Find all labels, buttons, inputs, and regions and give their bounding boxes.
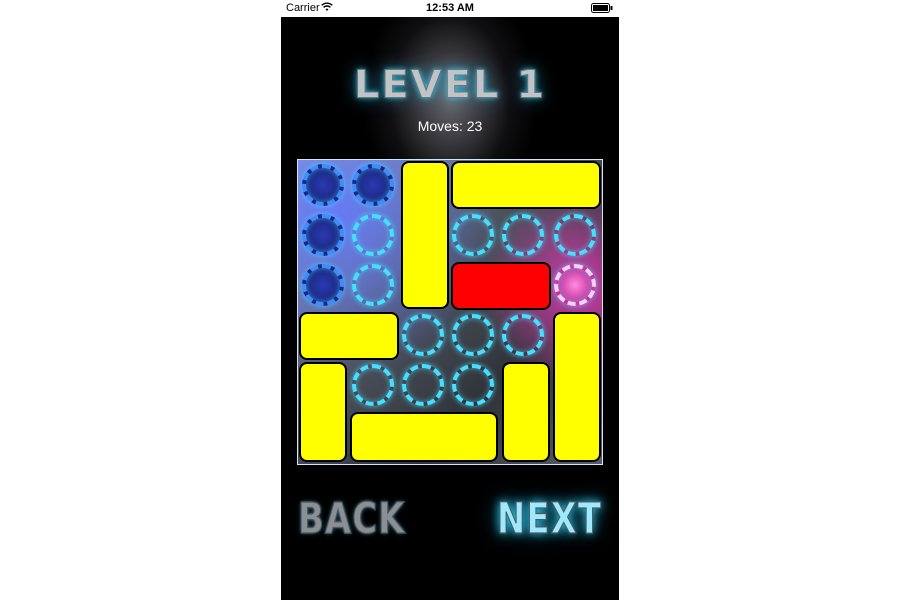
moves-label: Moves: <box>417 118 463 134</box>
sliding-block[interactable] <box>350 412 498 462</box>
board-cell-ring <box>502 214 544 256</box>
sliding-block[interactable] <box>553 312 601 462</box>
board-cell-ring <box>452 364 494 406</box>
sliding-block[interactable] <box>299 312 399 360</box>
board-cell-ring <box>452 314 494 356</box>
board-cell-ring <box>352 264 394 306</box>
status-bar: Carrier 12:53 AM <box>281 0 619 17</box>
board-cell-ring <box>352 214 394 256</box>
level-title: LEVEL 1 <box>353 63 547 108</box>
battery-icon <box>591 3 613 13</box>
board-cell-ring <box>352 164 394 206</box>
board-cell-ring <box>554 214 596 256</box>
sliding-block[interactable] <box>401 161 449 309</box>
back-button[interactable]: BACK <box>298 493 406 544</box>
board-cell-ring <box>402 364 444 406</box>
board-cell-ring <box>302 264 344 306</box>
next-button[interactable]: NEXT <box>496 493 602 544</box>
board-cell-ring <box>402 314 444 356</box>
game-screen: Carrier 12:53 AM LEVEL 1 Moves: 23 BACK … <box>281 0 619 600</box>
target-block[interactable] <box>451 262 551 310</box>
sliding-block[interactable] <box>502 362 550 462</box>
board-cell-ring <box>302 164 344 206</box>
sliding-block[interactable] <box>451 161 601 209</box>
status-time: 12:53 AM <box>426 2 474 14</box>
sliding-block[interactable] <box>299 362 347 462</box>
board-cell-ring <box>452 214 494 256</box>
board-cell-ring <box>502 314 544 356</box>
moves-counter: Moves: 23 <box>281 118 619 134</box>
board-cell-ring <box>302 214 344 256</box>
moves-value: 23 <box>466 118 483 134</box>
puzzle-board <box>297 159 603 465</box>
exit-cell-ring <box>554 264 596 306</box>
board-cell-ring <box>352 364 394 406</box>
